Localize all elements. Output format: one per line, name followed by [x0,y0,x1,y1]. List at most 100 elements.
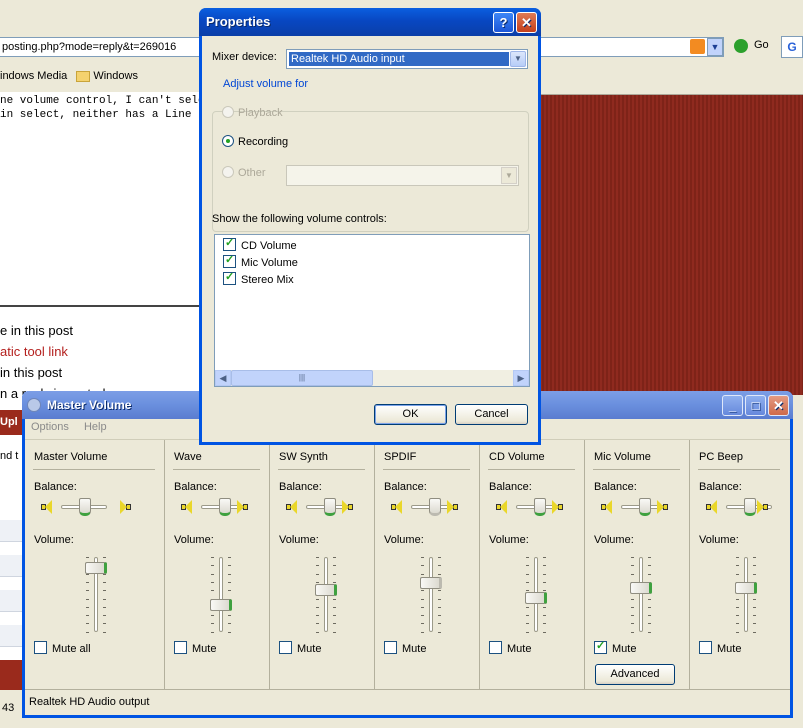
balance-slider[interactable] [79,498,91,516]
dialog-body: Mixer device: Realtek HD Audio input ▼ A… [202,36,538,442]
volume-slider[interactable] [85,562,107,575]
tick [316,573,319,575]
checkbox[interactable] [223,236,236,251]
volume-track[interactable] [639,557,643,632]
mute-checkbox[interactable]: Mute [279,641,321,655]
volume-slider[interactable] [630,582,652,595]
tick [438,631,441,633]
balance-slider[interactable] [639,498,651,516]
radio-other[interactable]: Other [222,166,266,179]
divider [278,469,365,470]
radio-playback[interactable]: Playback [222,106,283,119]
mixer-device-label: Mixer device: [212,51,277,63]
balance-slider[interactable] [219,498,231,516]
mute-checkbox[interactable]: Mute [699,641,741,655]
balance-slider[interactable] [534,498,546,516]
post-editor[interactable]: ne volume control, I can't select the in … [0,92,244,307]
tick [103,557,106,558]
control-item-mic-volume[interactable]: Mic Volume [223,253,298,269]
help-button[interactable]: ? [493,12,514,33]
properties-titlebar[interactable]: Properties ? ✕ [199,8,541,36]
checkbox[interactable] [489,641,502,654]
checkbox[interactable] [34,641,47,654]
close-button[interactable]: ✕ [516,12,537,33]
speaker-app-icon[interactable] [27,398,41,412]
balance-slider[interactable] [429,498,441,516]
tick [753,615,756,617]
advanced-button[interactable]: Advanced [595,664,675,685]
tick [316,606,319,608]
volume-slider[interactable] [210,599,232,612]
mixer-device-select[interactable]: Realtek HD Audio input ▼ [286,49,528,69]
mute-checkbox[interactable]: Mute [594,639,636,655]
horizontal-scrollbar[interactable]: ◀ ||| ▶ [215,370,529,386]
checkbox[interactable] [174,641,187,654]
balance-slider[interactable] [324,498,336,516]
balance-label: Balance: [279,481,322,493]
tick [736,598,739,600]
go-button[interactable]: Go [754,39,769,51]
tick [228,581,231,583]
tick [736,623,739,625]
radio-dot [222,106,234,118]
balance-label: Balance: [384,481,427,493]
mute-checkbox[interactable]: Mute all [34,641,91,655]
ok-button[interactable]: OK [374,404,447,425]
volume-label: Volume: [174,534,214,546]
volume-track[interactable] [429,557,433,632]
link-windows[interactable]: Windows [76,70,144,82]
minimize-button[interactable]: _ [722,395,743,416]
tick [526,615,529,617]
checkbox[interactable] [279,641,292,654]
tick [543,581,546,583]
tick [228,573,231,575]
forum-background [540,95,803,395]
other-device-select: ▼ [286,165,519,186]
menu-help[interactable]: Help [84,421,107,433]
folder-icon [76,70,91,82]
close-button[interactable]: ✕ [768,395,789,416]
checkbox[interactable] [384,641,397,654]
go-icon[interactable] [734,39,748,53]
cancel-button[interactable]: Cancel [455,404,528,425]
tick [526,573,529,575]
tick [228,565,231,567]
tick [648,623,651,625]
checkbox[interactable] [699,641,712,654]
menu-bar: Options Help [31,421,119,433]
radio-recording[interactable]: Recording [222,135,288,148]
volume-label: Volume: [384,534,424,546]
rss-icon[interactable] [690,39,705,54]
mute-checkbox[interactable]: Mute [489,641,531,655]
volume-slider[interactable] [525,592,547,605]
post-option-link[interactable]: atic tool link [0,341,106,362]
tick [438,606,441,608]
volume-slider[interactable] [315,584,337,597]
scroll-left-icon[interactable]: ◀ [215,370,231,386]
checkbox[interactable] [223,253,236,268]
volume-slider[interactable] [420,577,442,590]
checkbox[interactable] [594,639,607,654]
link-windows-media[interactable]: indows Media [0,70,67,82]
tick [736,565,739,567]
volume-slider[interactable] [735,582,757,595]
google-toolbar-icon[interactable]: G [781,36,803,58]
volume-track[interactable] [219,557,223,632]
speaker-left-icon [391,500,405,514]
chevron-down-icon[interactable]: ▼ [510,51,526,67]
tick [753,606,756,608]
volume-track[interactable] [744,557,748,632]
mute-checkbox[interactable]: Mute [384,641,426,655]
mute-checkbox[interactable]: Mute [174,641,216,655]
address-dropdown-icon[interactable]: ▼ [707,38,723,56]
maximize-button[interactable]: □ [745,395,766,416]
scroll-thumb[interactable]: ||| [231,370,373,386]
control-item-cd-volume[interactable]: CD Volume [223,236,297,252]
scroll-right-icon[interactable]: ▶ [513,370,529,386]
menu-options[interactable]: Options [31,421,69,433]
tick [86,623,89,625]
tick [333,615,336,617]
control-item-stereo-mix[interactable]: Stereo Mix [223,270,294,286]
checkbox[interactable] [223,270,236,285]
tick [211,615,214,617]
